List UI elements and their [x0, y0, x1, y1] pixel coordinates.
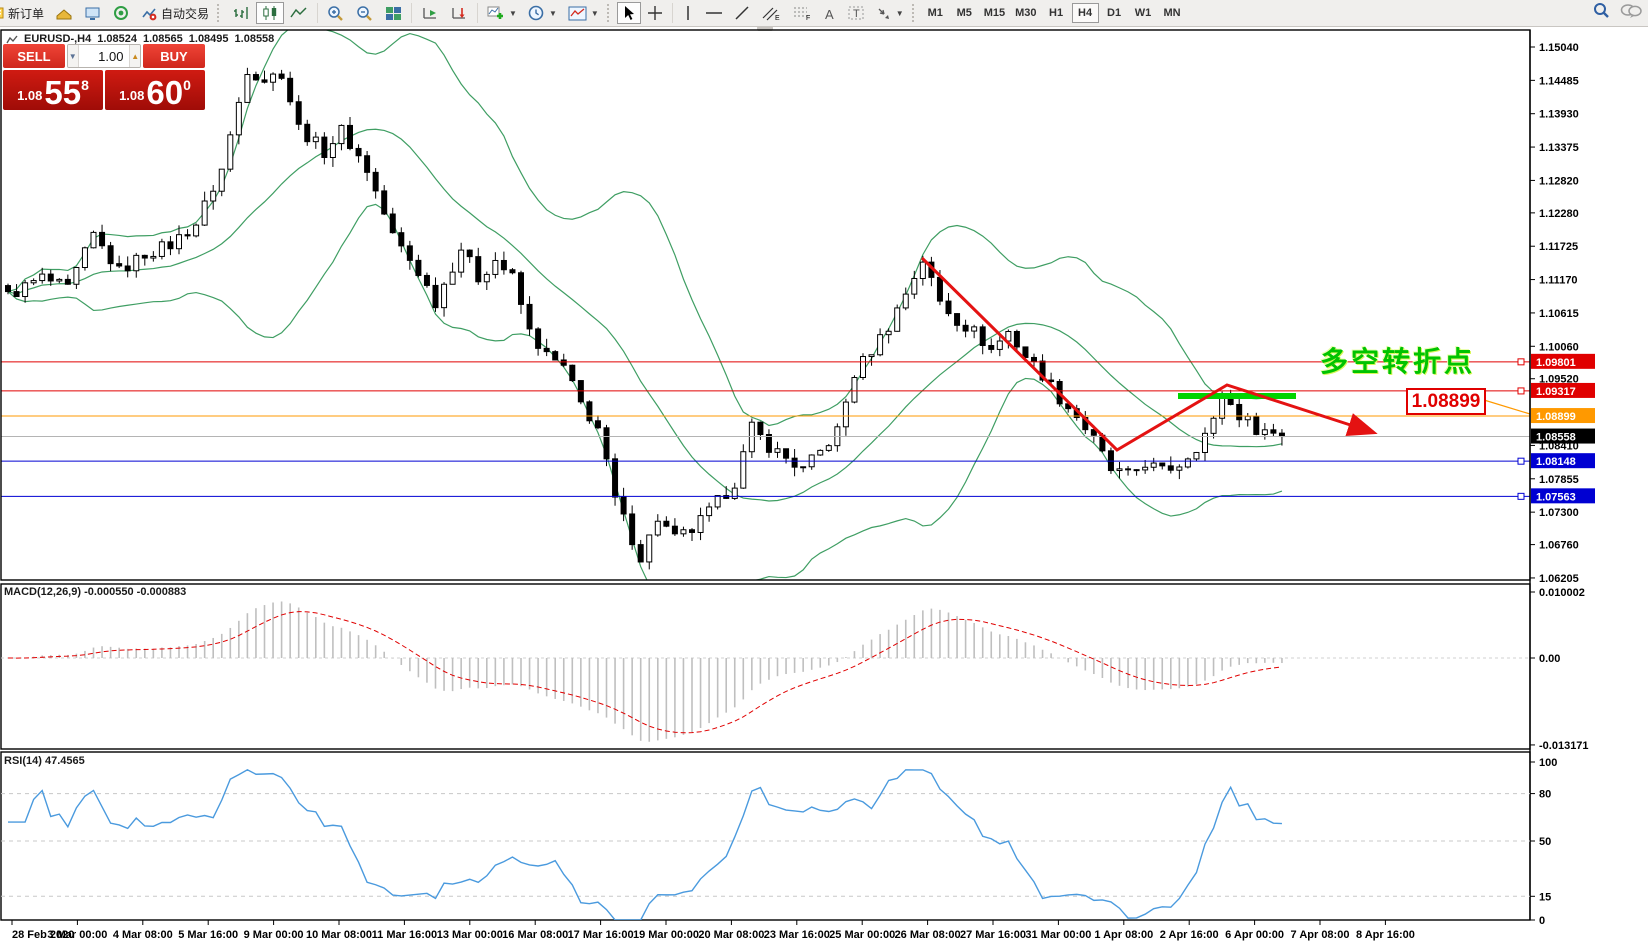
buy-price-panel[interactable]: 1.08600	[105, 70, 205, 110]
rsi-label: RSI(14) 47.4565	[4, 755, 85, 767]
date-label: 4 Mar 08:00	[113, 929, 173, 941]
svg-text:1.09317: 1.09317	[1536, 386, 1576, 398]
svg-text:1.15040: 1.15040	[1539, 42, 1579, 54]
svg-text:1.07855: 1.07855	[1539, 474, 1579, 486]
sell-price-big: 55	[44, 79, 81, 107]
svg-text:1.13930: 1.13930	[1539, 109, 1579, 121]
svg-text:1.11170: 1.11170	[1539, 275, 1578, 287]
buy-price-prefix: 1.08	[119, 88, 144, 103]
macd-label: MACD(12,26,9) -0.000550 -0.000883	[4, 586, 186, 598]
svg-text:80: 80	[1539, 789, 1551, 801]
price-callout-label[interactable]: 1.08899	[1406, 388, 1486, 415]
svg-text:1.10060: 1.10060	[1539, 341, 1579, 353]
date-label: 20 Mar 08:00	[698, 929, 764, 941]
sell-price-panel[interactable]: 1.08558	[3, 70, 103, 110]
svg-text:1.07563: 1.07563	[1536, 491, 1576, 503]
svg-text:-0.013171: -0.013171	[1539, 740, 1589, 752]
date-label: 5 Mar 16:00	[178, 929, 238, 941]
svg-text:1.12280: 1.12280	[1539, 208, 1579, 220]
date-label: 31 Mar 00:00	[1025, 929, 1091, 941]
svg-text:1.06205: 1.06205	[1539, 573, 1579, 585]
svg-text:1.12820: 1.12820	[1539, 175, 1579, 187]
sell-price-prefix: 1.08	[17, 88, 42, 103]
chart-canvas[interactable]: 1.15040 1.14485 1.13930 1.13375 1.12820 1.122…	[0, 0, 1648, 948]
svg-text:1.08148: 1.08148	[1536, 456, 1576, 468]
svg-text:1.07300: 1.07300	[1539, 507, 1579, 519]
date-label: 27 Mar 16:00	[960, 929, 1026, 941]
chart-icon	[6, 34, 18, 45]
date-label: 3 Mar 00:00	[47, 929, 107, 941]
date-label: 10 Mar 08:00	[306, 929, 372, 941]
chart-area[interactable]: 1.15040 1.14485 1.13930 1.13375 1.12820 1.122…	[0, 27, 1648, 948]
date-label: 7 Apr 08:00	[1291, 929, 1350, 941]
date-label: 25 Mar 00:00	[829, 929, 895, 941]
svg-text:1.13375: 1.13375	[1539, 142, 1579, 154]
svg-text:0.00: 0.00	[1539, 653, 1560, 665]
date-label: 23 Mar 16:00	[764, 929, 830, 941]
mt4-window: { "toolbar": { "new_order_label": "新订单",…	[0, 0, 1648, 948]
volume-increase-button[interactable]: ▲	[129, 45, 140, 67]
date-label: 17 Mar 16:00	[568, 929, 634, 941]
volume-input[interactable]	[79, 45, 130, 67]
svg-text:100: 100	[1539, 757, 1557, 769]
svg-text:0.010002: 0.010002	[1539, 587, 1585, 599]
date-label: 13 Mar 00:00	[437, 929, 503, 941]
one-click-trading-panel: SELL ▼ ▲ BUY 1.08558 1.08600	[3, 44, 205, 110]
date-label: 16 Mar 08:00	[502, 929, 568, 941]
sell-price-pip: 8	[81, 77, 89, 93]
date-label: 6 Apr 00:00	[1225, 929, 1284, 941]
buy-price-big: 60	[146, 79, 183, 107]
svg-text:50: 50	[1539, 836, 1551, 848]
date-label: 26 Mar 08:00	[895, 929, 961, 941]
buy-button[interactable]: BUY	[143, 44, 205, 68]
date-label: 11 Mar 16:00	[372, 929, 437, 941]
svg-text:1.08899: 1.08899	[1536, 411, 1576, 423]
buy-price-pip: 0	[183, 77, 191, 93]
svg-text:0: 0	[1539, 915, 1545, 927]
turning-point-annotation: 多空转折点	[1320, 340, 1475, 380]
date-label: 9 Mar 00:00	[244, 929, 304, 941]
sell-button[interactable]: SELL	[3, 44, 65, 68]
date-label: 1 Apr 08:00	[1094, 929, 1153, 941]
svg-text:1.09801: 1.09801	[1536, 357, 1576, 369]
date-label: 8 Apr 16:00	[1356, 929, 1415, 941]
svg-text:1.11725: 1.11725	[1539, 241, 1578, 253]
svg-text:1.06760: 1.06760	[1539, 540, 1579, 552]
volume-decrease-button[interactable]: ▼	[68, 45, 79, 67]
ohlc-close: 1.08558	[235, 33, 275, 45]
svg-text:1.10615: 1.10615	[1539, 308, 1579, 320]
svg-text:1.08558: 1.08558	[1536, 432, 1576, 444]
svg-text:15: 15	[1539, 891, 1551, 903]
svg-text:1.14485: 1.14485	[1539, 75, 1579, 87]
volume-stepper: ▼ ▲	[67, 44, 141, 68]
date-label: 2 Apr 16:00	[1160, 929, 1219, 941]
date-label: 19 Mar 00:00	[633, 929, 699, 941]
